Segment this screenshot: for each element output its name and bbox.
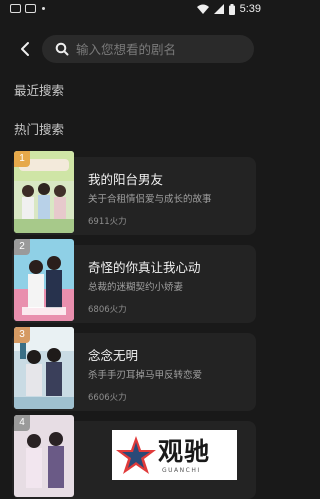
drama-poster: 2	[14, 239, 74, 321]
drama-poster: 3	[14, 327, 74, 409]
drama-card[interactable]: 1 我的阳台男友 关于合租情侣爱与成长的故事 6911火力	[12, 151, 256, 235]
dot-icon	[42, 7, 45, 10]
drama-card[interactable]: 2 奇怪的你真让我心动 总裁的迷糊契约小娇妻 6806火力	[12, 239, 256, 323]
back-button[interactable]	[16, 40, 34, 58]
search-bar[interactable]	[42, 35, 254, 63]
search-header	[0, 32, 269, 68]
drama-poster: 1	[14, 151, 74, 233]
drama-description: 杀手手刃耳掉马甲反转恋爱	[88, 370, 203, 381]
drama-heat: 6911火力	[88, 217, 127, 227]
drama-title: 念念无明	[88, 348, 139, 363]
battery-icon	[228, 3, 235, 15]
watermark-logo: 观驰 GUANCHI	[112, 430, 237, 480]
notification-icon	[10, 4, 21, 13]
drama-heat: 6806火力	[88, 305, 127, 315]
recent-search-heading: 最近搜索	[14, 83, 65, 98]
status-bar: 5:39	[0, 0, 269, 20]
drama-card[interactable]: 3 念念无明 杀手手刃耳掉马甲反转恋爱 6606火力	[12, 327, 256, 411]
notification-icon	[25, 4, 36, 13]
rank-badge: 4	[14, 415, 30, 431]
drama-title: 我的阳台男友	[88, 172, 164, 187]
search-icon	[55, 42, 69, 56]
rank-badge: 1	[14, 151, 30, 167]
notification-icons	[10, 4, 45, 13]
rank-badge: 2	[14, 239, 30, 255]
rank-badge: 3	[14, 327, 30, 343]
wifi-icon	[196, 4, 209, 14]
status-time: 5:39	[239, 3, 261, 15]
drama-description: 关于合租情侣爱与成长的故事	[88, 194, 212, 205]
drama-description: 总裁的迷糊契约小娇妻	[88, 282, 184, 293]
watermark-text: 观驰	[158, 437, 211, 466]
drama-title: 奇怪的你真让我心动	[88, 260, 201, 275]
hot-search-heading: 热门搜索	[14, 122, 65, 137]
star-logo-icon	[116, 436, 156, 474]
cellular-signal-icon	[213, 4, 224, 14]
drama-poster: 4	[14, 415, 74, 497]
search-input[interactable]	[76, 40, 246, 58]
watermark-subtext: GUANCHI	[162, 467, 201, 474]
drama-heat: 6606火力	[88, 393, 127, 403]
